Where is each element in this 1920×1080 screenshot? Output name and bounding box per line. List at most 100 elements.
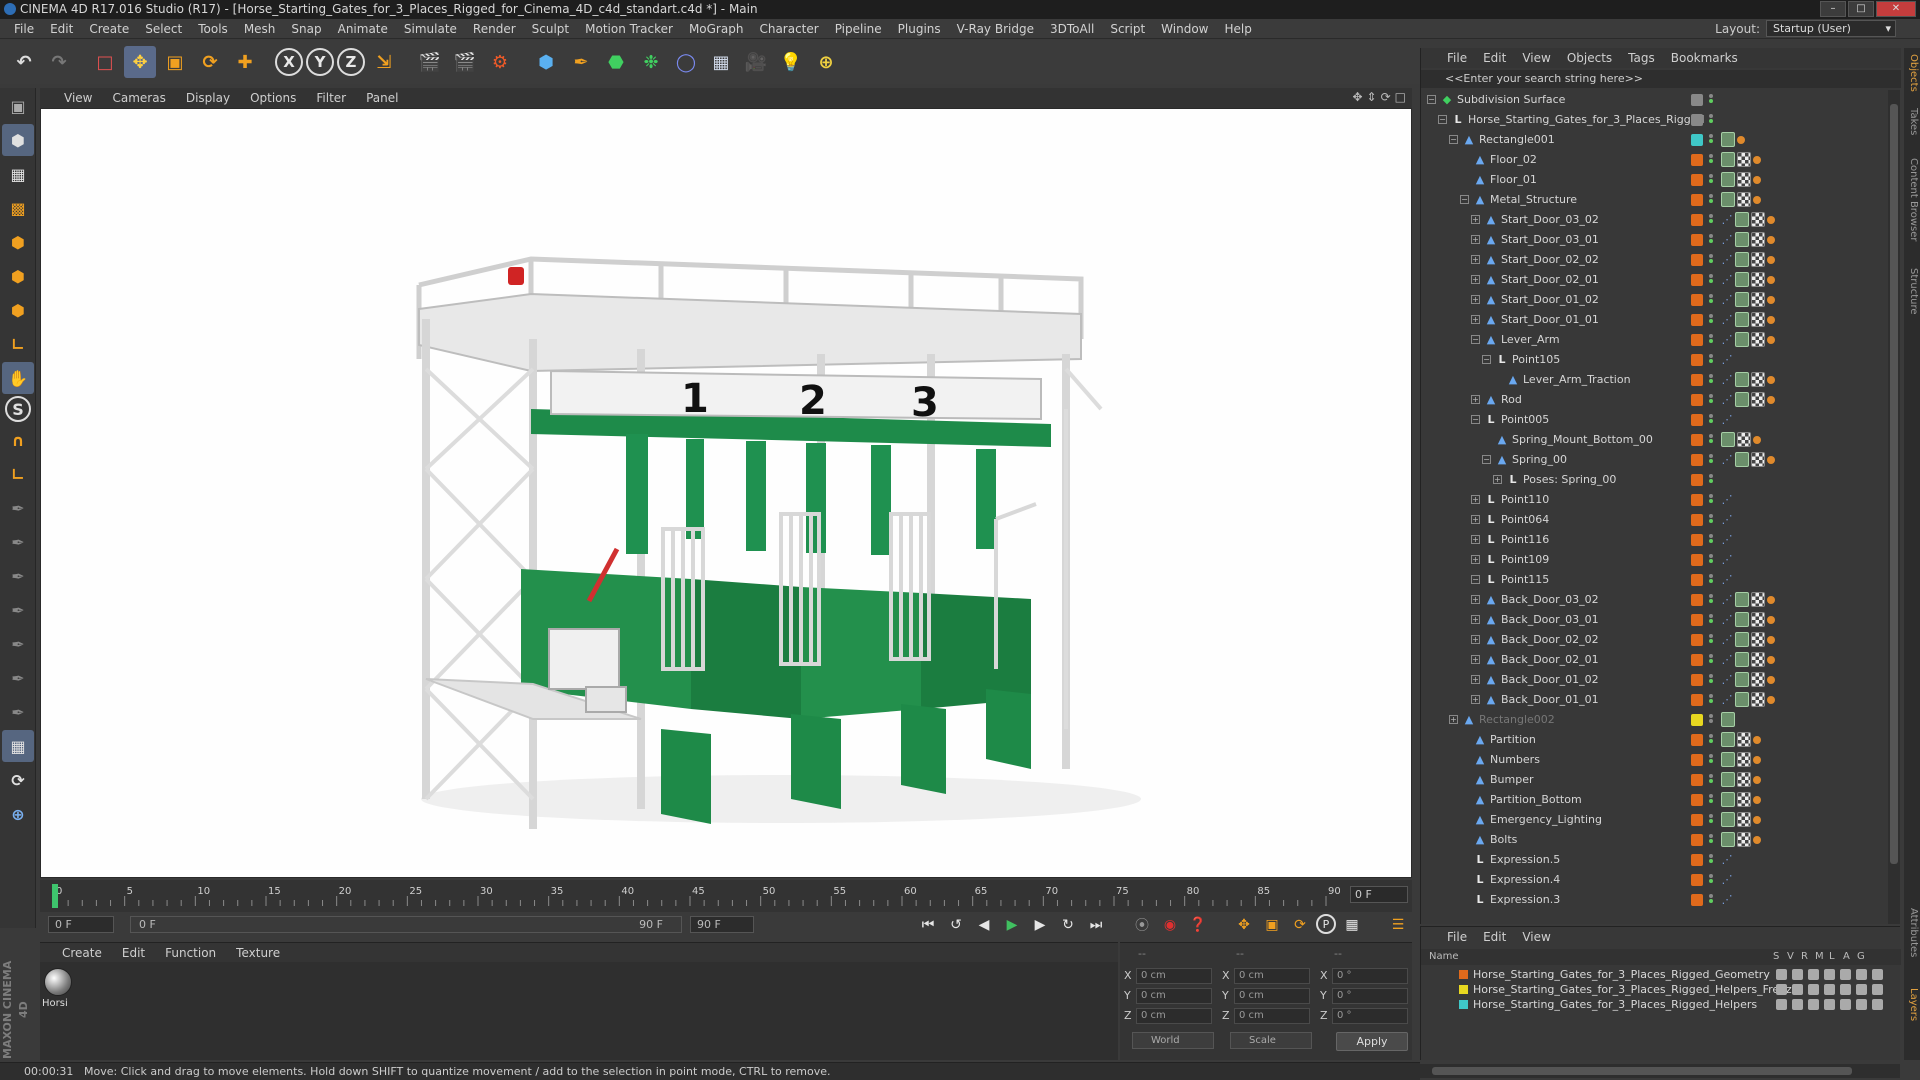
texture-tag-icon[interactable]	[1751, 232, 1765, 247]
selection-tag-icon[interactable]	[1767, 596, 1775, 604]
layer-row[interactable]: Horse_Starting_Gates_for_3_Places_Rigged…	[1421, 967, 1887, 982]
layer-color-swatch[interactable]	[1691, 454, 1703, 466]
visibility-dots-icon[interactable]	[1709, 413, 1715, 427]
phong-tag-icon[interactable]	[1735, 612, 1749, 627]
expand-icon[interactable]: +	[1471, 235, 1480, 244]
layer-row[interactable]: Horse_Starting_Gates_for_3_Places_Rigged…	[1421, 982, 1887, 997]
texture-tag-icon[interactable]	[1751, 292, 1765, 307]
layer-flag-icon[interactable]	[1792, 969, 1803, 980]
object-menu-tags[interactable]: Tags	[1620, 51, 1663, 65]
layer-flag-icon[interactable]	[1872, 984, 1883, 995]
phong-tag-icon[interactable]	[1721, 732, 1735, 747]
xpresso-tag-icon[interactable]: ⋰	[1721, 574, 1733, 586]
texture-tag-icon[interactable]	[1751, 372, 1765, 387]
phong-tag-icon[interactable]	[1721, 752, 1735, 767]
expand-icon[interactable]: +	[1449, 715, 1458, 724]
xpresso-tag-icon[interactable]: ⋰	[1721, 554, 1733, 566]
size-mode-dropdown[interactable]: Scale	[1230, 1032, 1312, 1049]
object-row[interactable]: + ▲ Start_Door_02_01 ⋰	[1421, 270, 1887, 290]
expand-icon[interactable]: +	[1471, 635, 1480, 644]
z-axis-icon[interactable]: Z	[337, 48, 365, 76]
layer-color-swatch[interactable]	[1691, 94, 1703, 106]
object-row[interactable]: + ▲ Start_Door_01_01 ⋰	[1421, 310, 1887, 330]
coordinate-system-dropdown[interactable]: World	[1132, 1032, 1214, 1049]
object-row[interactable]: + L Point110 ⋰	[1421, 490, 1887, 510]
layer-flag-icon[interactable]	[1840, 984, 1851, 995]
layer-flag-icon[interactable]	[1872, 969, 1883, 980]
paint-brush-s-icon[interactable]: ✒	[2, 594, 34, 626]
object-row[interactable]: − ◆ Subdivision Surface	[1421, 90, 1887, 110]
snap-icon[interactable]: S	[5, 396, 31, 422]
visibility-dots-icon[interactable]	[1709, 433, 1715, 447]
menu-motion-tracker[interactable]: Motion Tracker	[577, 22, 681, 36]
visibility-dots-icon[interactable]	[1709, 773, 1715, 787]
workplane-mode-icon[interactable]: ▩	[2, 192, 34, 224]
object-row[interactable]: + L Point109 ⋰	[1421, 550, 1887, 570]
layer-flag-icon[interactable]	[1824, 999, 1835, 1010]
texture-tag-icon[interactable]	[1737, 732, 1751, 747]
layer-flag-icon[interactable]	[1824, 984, 1835, 995]
selection-tag-icon[interactable]	[1767, 396, 1775, 404]
layer-flag-icon[interactable]	[1792, 999, 1803, 1010]
coord-field-b-y[interactable]: 0 cm	[1234, 988, 1310, 1004]
layer-flag-icon[interactable]	[1856, 999, 1867, 1010]
phong-tag-icon[interactable]	[1735, 672, 1749, 687]
scale-tool-icon[interactable]: ▣	[159, 46, 191, 78]
paint-brush-c-icon[interactable]: ✒	[2, 628, 34, 660]
selection-tag-icon[interactable]	[1767, 236, 1775, 244]
layer-color-swatch[interactable]	[1691, 294, 1703, 306]
visibility-dots-icon[interactable]	[1709, 693, 1715, 707]
phong-tag-icon[interactable]	[1735, 452, 1749, 467]
expand-icon[interactable]: +	[1471, 515, 1480, 524]
play-icon[interactable]: ▶	[1000, 914, 1024, 936]
visibility-dots-icon[interactable]	[1709, 133, 1715, 147]
layer-color-swatch[interactable]	[1691, 634, 1703, 646]
texture-tag-icon[interactable]	[1751, 392, 1765, 407]
expand-icon[interactable]: +	[1471, 595, 1480, 604]
collapse-icon[interactable]: −	[1482, 455, 1491, 464]
object-row[interactable]: + ▲ Back_Door_03_02 ⋰	[1421, 590, 1887, 610]
menu-sculpt[interactable]: Sculpt	[524, 22, 577, 36]
layer-color-swatch[interactable]	[1691, 314, 1703, 326]
layer-flag-icon[interactable]	[1808, 999, 1819, 1010]
object-row[interactable]: ▲ Lever_Arm_Traction ⋰	[1421, 370, 1887, 390]
axis-mode-icon[interactable]: ∟	[2, 328, 34, 360]
selection-tag-icon[interactable]	[1767, 376, 1775, 384]
layer-color-swatch[interactable]	[1691, 574, 1703, 586]
menu-pipeline[interactable]: Pipeline	[827, 22, 890, 36]
layer-menu-view[interactable]: View	[1514, 930, 1558, 944]
menu-animate[interactable]: Animate	[330, 22, 396, 36]
object-row[interactable]: ▲ Floor_02	[1421, 150, 1887, 170]
expand-icon[interactable]: +	[1471, 615, 1480, 624]
selection-tag-icon[interactable]	[1767, 696, 1775, 704]
texture-tag-icon[interactable]	[1751, 332, 1765, 347]
layer-color-swatch[interactable]	[1691, 594, 1703, 606]
expand-icon[interactable]: +	[1471, 215, 1480, 224]
menu-window[interactable]: Window	[1153, 22, 1216, 36]
object-row[interactable]: ▲ Bumper	[1421, 770, 1887, 790]
layer-color-swatch[interactable]	[1691, 254, 1703, 266]
menu-plugins[interactable]: Plugins	[890, 22, 949, 36]
phong-tag-icon[interactable]	[1735, 372, 1749, 387]
layer-color-swatch[interactable]	[1691, 154, 1703, 166]
menu-character[interactable]: Character	[751, 22, 826, 36]
layer-color-swatch[interactable]	[1691, 614, 1703, 626]
layer-flag-icon[interactable]	[1792, 984, 1803, 995]
visibility-dots-icon[interactable]	[1709, 393, 1715, 407]
texture-tag-icon[interactable]	[1751, 452, 1765, 467]
frame-range-slider[interactable]: 0 F 90 F	[130, 916, 682, 933]
make-editable-icon[interactable]: ▣	[2, 90, 34, 122]
layer-color-swatch[interactable]	[1691, 834, 1703, 846]
timeline-ticks[interactable]: 0 5 10 15 20 25 30 35 40 45 50 55 60 65 70 75 80 85 90	[48, 882, 1340, 910]
deformer-icon[interactable]: ◯	[670, 46, 702, 78]
layer-color-swatch[interactable]	[1691, 394, 1703, 406]
coord-field-a-z[interactable]: 0 cm	[1136, 1008, 1212, 1024]
layer-color-swatch[interactable]	[1691, 434, 1703, 446]
menu-help[interactable]: Help	[1216, 22, 1259, 36]
visibility-dots-icon[interactable]	[1709, 273, 1715, 287]
object-menu-file[interactable]: File	[1439, 51, 1475, 65]
layer-color-swatch[interactable]	[1691, 894, 1703, 906]
layer-color-swatch[interactable]	[1691, 754, 1703, 766]
xpresso-tag-icon[interactable]: ⋰	[1721, 534, 1733, 546]
timeline-ruler[interactable]: 0 5 10 15 20 25 30 35 40 45 50 55 60 65 70 75 80 85 90 0 F	[40, 880, 1412, 912]
